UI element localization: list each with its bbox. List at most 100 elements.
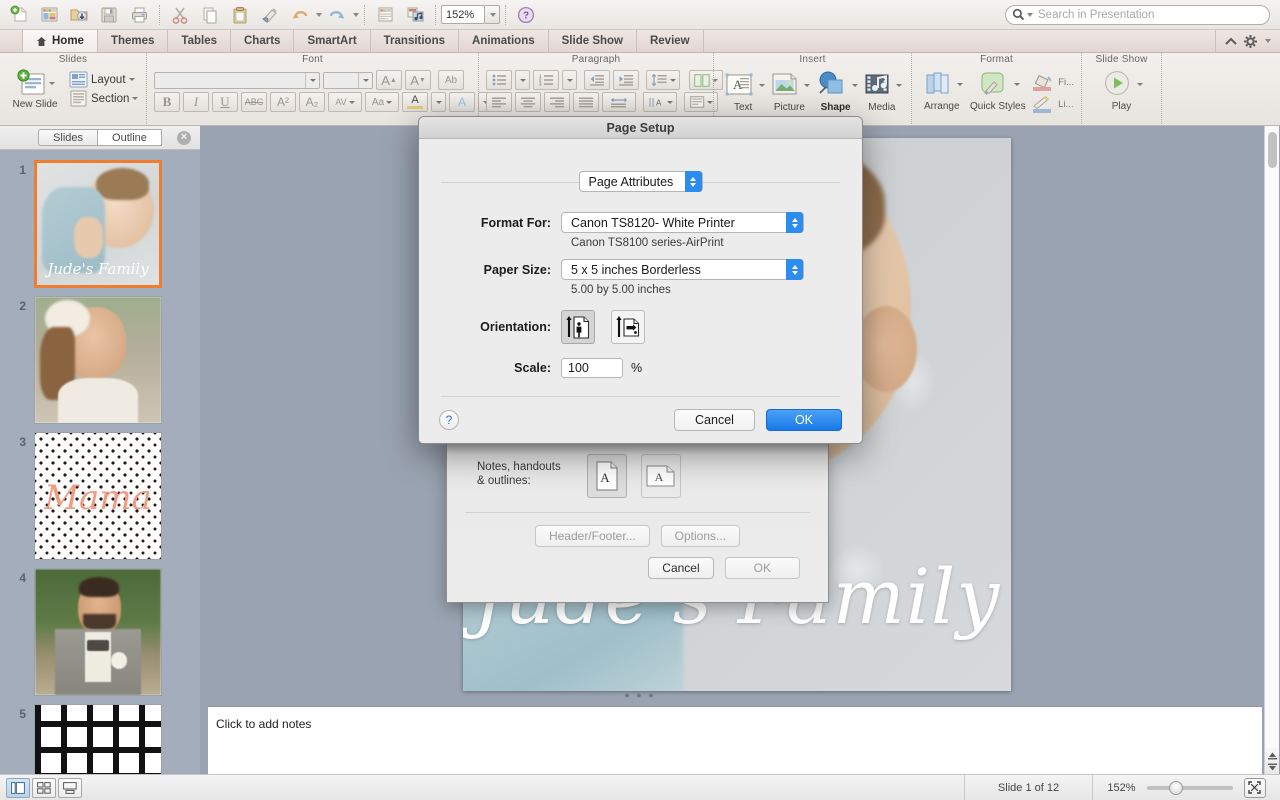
text-effects-button[interactable]: A (449, 92, 475, 112)
header-footer-button[interactable]: Header/Footer... (534, 525, 650, 547)
ok-button[interactable]: OK (765, 409, 842, 431)
save-icon[interactable] (94, 2, 124, 28)
copy-icon[interactable] (195, 2, 225, 28)
tab-transitions[interactable]: Transitions (371, 30, 460, 52)
normal-view-button[interactable] (6, 777, 30, 798)
italic-button[interactable]: I (183, 92, 209, 112)
clear-formatting-button[interactable]: Ab (438, 70, 464, 90)
slide-thumbnail-list[interactable]: 1 Jude's Family 2 3 Mama 4 5 (0, 150, 200, 800)
insert-picture-caret[interactable] (804, 83, 811, 87)
shape-fill-button[interactable]: Fi... (1031, 72, 1074, 92)
arrange-caret[interactable] (956, 83, 963, 86)
play-button[interactable]: Play (1095, 69, 1149, 112)
notes-orientation-portrait-button[interactable]: A (587, 454, 627, 498)
print-ok-button[interactable]: OK (724, 557, 800, 579)
insert-media-caret[interactable] (896, 83, 903, 87)
close-icon[interactable]: × (177, 130, 191, 145)
numbering-button[interactable]: 123 (533, 70, 559, 90)
cut-icon[interactable] (165, 2, 195, 28)
tab-charts[interactable]: Charts (231, 30, 295, 52)
search-scope-caret[interactable] (1027, 12, 1033, 17)
list-item[interactable]: 1 Jude's Family (0, 160, 200, 288)
font-size-input[interactable] (323, 71, 373, 89)
insert-picture-button[interactable]: Picture (767, 69, 811, 113)
quick-styles-caret[interactable] (1013, 83, 1020, 86)
tab-tables[interactable]: Tables (168, 30, 231, 52)
tab-slides-pane[interactable]: Slides (38, 129, 98, 146)
print-cancel-button[interactable]: Cancel (648, 557, 714, 579)
underline-button[interactable]: U (212, 92, 238, 112)
zoom-control[interactable]: 152% (441, 5, 500, 24)
zoom-slider[interactable] (1146, 780, 1233, 795)
tab-review[interactable]: Review (637, 30, 704, 52)
quick-styles-button[interactable]: Quick Styles (968, 69, 1029, 112)
settings-stepper[interactable] (684, 171, 702, 192)
print-icon[interactable] (124, 2, 154, 28)
insert-text-caret[interactable] (759, 83, 766, 87)
notes-pane[interactable]: Click to add notes (208, 706, 1262, 774)
font-name-input[interactable] (154, 71, 320, 89)
insert-shape-caret[interactable] (851, 83, 858, 87)
decrease-indent-button[interactable] (584, 70, 610, 90)
tab-themes[interactable]: Themes (98, 30, 169, 52)
tab-outline-pane[interactable]: Outline (97, 129, 162, 146)
layout-button[interactable]: Layout (69, 71, 138, 88)
character-spacing-button[interactable]: AV (328, 92, 362, 112)
notes-orientation-landscape-button[interactable]: A (641, 454, 681, 498)
shape-line-button[interactable]: Li... (1031, 94, 1074, 114)
font-color-caret[interactable] (431, 92, 446, 112)
section-button[interactable]: Section (69, 90, 139, 107)
paste-icon[interactable] (225, 2, 255, 28)
fit-to-window-button[interactable] (1243, 777, 1266, 798)
redo-dropdown-caret[interactable] (353, 12, 359, 17)
orientation-portrait-button[interactable] (561, 310, 595, 344)
slide-thumbnail-4[interactable] (34, 568, 162, 696)
zoom-value-field[interactable]: 152% (441, 5, 485, 24)
presenter-view-button[interactable] (58, 777, 82, 798)
help-icon[interactable]: ? (511, 2, 541, 28)
canvas-scrollbar-thumb[interactable] (1268, 132, 1277, 168)
tab-smartart[interactable]: SmartArt (294, 30, 371, 52)
redo-icon[interactable] (322, 2, 352, 28)
list-item[interactable]: 3 Mama (0, 432, 200, 560)
canvas-scrollbar[interactable] (1264, 126, 1279, 748)
slide-thumbnail-1[interactable]: Jude's Family (34, 160, 162, 288)
font-color-button[interactable]: A (402, 92, 428, 112)
scale-input[interactable]: 100 (561, 358, 623, 378)
format-for-stepper[interactable] (786, 212, 803, 233)
slide-thumbnail-2[interactable] (34, 296, 162, 424)
align-center-button[interactable] (515, 92, 541, 112)
pane-splitter-handle[interactable]: ● ● ● (624, 690, 655, 700)
tab-home[interactable]: Home (22, 30, 98, 52)
cancel-button[interactable]: Cancel (674, 409, 755, 431)
format-for-popup[interactable]: Canon TS8120- White Printer (561, 212, 804, 233)
search-input[interactable]: Search in Presentation (1005, 4, 1270, 25)
list-item[interactable]: 2 (0, 296, 200, 424)
settings-popup[interactable]: Page Attributes (578, 171, 703, 192)
help-button[interactable]: ? (439, 410, 459, 430)
zoom-slider-knob[interactable] (1168, 780, 1183, 795)
subscript-button[interactable]: A₂ (299, 92, 325, 112)
tab-animations[interactable]: Animations (459, 30, 549, 52)
orientation-landscape-button[interactable] (611, 310, 645, 344)
next-slide-icon[interactable] (1267, 763, 1277, 771)
new-slide-caret[interactable] (48, 82, 55, 85)
align-left-button[interactable] (486, 92, 512, 112)
insert-media-button[interactable]: Media (860, 69, 904, 113)
paper-size-stepper[interactable] (786, 259, 803, 280)
align-right-button[interactable] (544, 92, 570, 112)
bullets-caret[interactable] (515, 70, 530, 90)
insert-text-button[interactable]: A Text (721, 69, 766, 113)
bold-button[interactable]: B (154, 92, 180, 112)
grow-font-button[interactable]: A ▲ (376, 70, 402, 90)
previous-slide-icon[interactable] (1267, 752, 1277, 760)
change-case-button[interactable]: Aa (365, 92, 399, 112)
strikethrough-button[interactable]: ABC (241, 92, 267, 112)
slide-thumbnail-3[interactable]: Mama (34, 432, 162, 560)
new-slide-toolbar-icon[interactable] (370, 2, 400, 28)
text-align-vertical-button[interactable]: A (643, 92, 677, 112)
line-spacing-button[interactable] (646, 70, 680, 90)
undo-icon[interactable] (285, 2, 315, 28)
text-direction-button[interactable] (602, 92, 636, 112)
superscript-button[interactable]: A² (270, 92, 296, 112)
